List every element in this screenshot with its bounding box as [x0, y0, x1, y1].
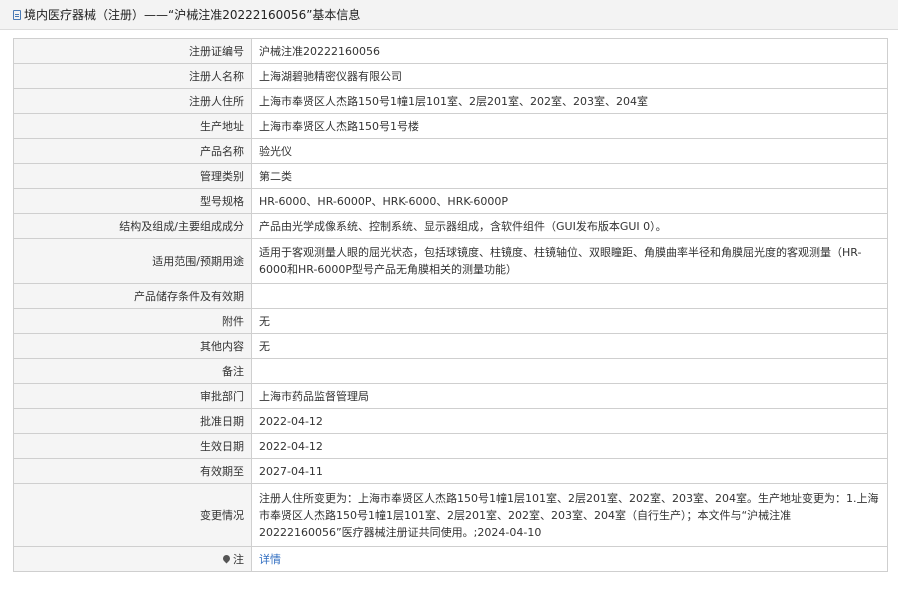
table-row: 附件 无 [13, 308, 888, 334]
row-label: 产品名称 [13, 138, 252, 164]
row-label: 结构及组成/主要组成成分 [13, 213, 252, 239]
row-value: 上海市奉贤区人杰路150号1幢1层101室、2层201室、202室、203室、2… [251, 88, 888, 114]
table-row: 结构及组成/主要组成成分 产品由光学成像系统、控制系统、显示器组成，含软件组件（… [13, 213, 888, 239]
table-row: 有效期至 2027-04-11 [13, 458, 888, 484]
row-value: 注册人住所变更为：上海市奉贤区人杰路150号1幢1层101室、2层201室、20… [251, 483, 888, 547]
row-value: HR-6000、HR-6000P、HRK-6000、HRK-6000P [251, 188, 888, 214]
row-label: 产品储存条件及有效期 [13, 283, 252, 309]
row-value: 无 [251, 333, 888, 359]
info-table: 注册证编号 沪械注准20222160056 注册人名称 上海湖碧驰精密仪器有限公… [13, 38, 888, 572]
table-row: 产品储存条件及有效期 [13, 283, 888, 309]
info-table-container: 注册证编号 沪械注准20222160056 注册人名称 上海湖碧驰精密仪器有限公… [13, 38, 888, 572]
note-value-cell: 详情 [251, 546, 888, 572]
row-label: 变更情况 [13, 483, 252, 547]
row-value: 产品由光学成像系统、控制系统、显示器组成，含软件组件（GUI发布版本GUI 0）… [251, 213, 888, 239]
row-label: 适用范围/预期用途 [13, 238, 252, 284]
row-label: 生效日期 [13, 433, 252, 459]
row-label: 生产地址 [13, 113, 252, 139]
page-title: 境内医疗器械（注册）——“沪械注准20222160056”基本信息 [24, 8, 361, 22]
row-value: 沪械注准20222160056 [251, 38, 888, 64]
row-label: 批准日期 [13, 408, 252, 434]
row-value [251, 358, 888, 384]
row-value: 上海市药品监督管理局 [251, 383, 888, 409]
row-value: 2027-04-11 [251, 458, 888, 484]
note-label: 注 [233, 552, 244, 566]
row-value: 适用于客观测量人眼的屈光状态，包括球镜度、柱镜度、柱镜轴位、双眼瞳距、角膜曲率半… [251, 238, 888, 284]
row-label: 附件 [13, 308, 252, 334]
table-row: 产品名称 验光仪 [13, 138, 888, 164]
row-label: 注册人名称 [13, 63, 252, 89]
row-label: 其他内容 [13, 333, 252, 359]
row-value: 第二类 [251, 163, 888, 189]
table-row: 注册证编号 沪械注准20222160056 [13, 38, 888, 64]
row-value: 验光仪 [251, 138, 888, 164]
table-row: 其他内容 无 [13, 333, 888, 359]
note-row: 注 详情 [13, 546, 888, 572]
row-label: 审批部门 [13, 383, 252, 409]
table-row: 审批部门 上海市药品监督管理局 [13, 383, 888, 409]
table-row: 适用范围/预期用途 适用于客观测量人眼的屈光状态，包括球镜度、柱镜度、柱镜轴位、… [13, 238, 888, 284]
row-label: 备注 [13, 358, 252, 384]
table-row: 生产地址 上海市奉贤区人杰路150号1号楼 [13, 113, 888, 139]
row-value: 2022-04-12 [251, 433, 888, 459]
table-row: 备注 [13, 358, 888, 384]
row-value [251, 283, 888, 309]
row-value: 上海湖碧驰精密仪器有限公司 [251, 63, 888, 89]
row-label: 有效期至 [13, 458, 252, 484]
row-value: 2022-04-12 [251, 408, 888, 434]
table-row: 管理类别 第二类 [13, 163, 888, 189]
table-row: 注册人名称 上海湖碧驰精密仪器有限公司 [13, 63, 888, 89]
table-row: 变更情况 注册人住所变更为：上海市奉贤区人杰路150号1幢1层101室、2层20… [13, 483, 888, 547]
row-label: 型号规格 [13, 188, 252, 214]
row-label: 管理类别 [13, 163, 252, 189]
note-label-cell: 注 [13, 546, 252, 572]
row-value: 上海市奉贤区人杰路150号1号楼 [251, 113, 888, 139]
document-icon [13, 9, 21, 20]
row-label: 注册证编号 [13, 38, 252, 64]
row-value: 无 [251, 308, 888, 334]
table-row: 型号规格 HR-6000、HR-6000P、HRK-6000、HRK-6000P [13, 188, 888, 214]
table-row: 批准日期 2022-04-12 [13, 408, 888, 434]
row-label: 注册人住所 [13, 88, 252, 114]
page-header: 境内医疗器械（注册）——“沪械注准20222160056”基本信息 [0, 0, 898, 30]
pin-icon [221, 553, 232, 564]
details-link[interactable]: 详情 [259, 553, 281, 566]
table-row: 注册人住所 上海市奉贤区人杰路150号1幢1层101室、2层201室、202室、… [13, 88, 888, 114]
table-row: 生效日期 2022-04-12 [13, 433, 888, 459]
